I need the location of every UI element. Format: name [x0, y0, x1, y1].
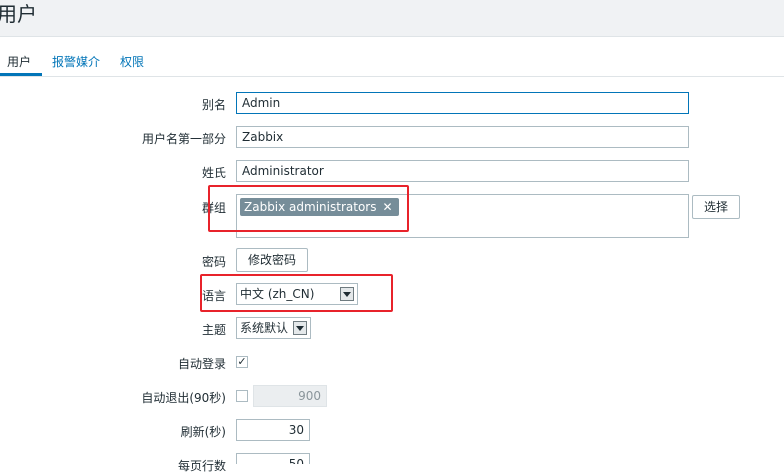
theme-value: 系统默认 — [240, 321, 289, 335]
name-input[interactable]: Zabbix — [236, 126, 689, 148]
tab-permissions[interactable]: 权限 — [120, 53, 144, 70]
rows-per-page-label: 每页行数 — [177, 459, 226, 473]
autologout-input: 900 — [253, 385, 327, 407]
annotation-box-language — [200, 274, 393, 312]
tab-user[interactable]: 用户 — [7, 53, 31, 70]
page-header: 用户 — [0, 0, 784, 37]
alias-input[interactable]: Admin — [236, 92, 689, 114]
chevron-down-icon — [293, 321, 307, 335]
name-label: 用户名第一部分 — [141, 132, 226, 146]
autologout-label: 自动退出(90秒) — [141, 391, 226, 405]
autologout-checkbox[interactable] — [236, 390, 248, 402]
surname-label: 姓氏 — [201, 166, 226, 180]
tab-media[interactable]: 报警媒介 — [52, 53, 100, 70]
active-tab-indicator — [0, 73, 42, 76]
select-groups-button[interactable]: 选择 — [692, 195, 740, 219]
annotation-box-groups — [208, 185, 409, 232]
theme-select[interactable]: 系统默认 — [236, 317, 311, 339]
page-title: 用户 — [0, 2, 37, 26]
theme-label: 主题 — [201, 323, 226, 337]
change-password-button[interactable]: 修改密码 — [236, 248, 308, 272]
autologin-checkbox[interactable]: ✓ — [236, 356, 248, 368]
alias-label: 别名 — [201, 98, 226, 112]
rows-per-page-input[interactable]: 50 — [236, 453, 310, 464]
tab-bar: 用户 报警媒介 权限 — [0, 44, 784, 77]
refresh-label: 刷新(秒) — [180, 425, 226, 439]
surname-input[interactable]: Administrator — [236, 160, 689, 182]
refresh-input[interactable]: 30 — [236, 419, 310, 441]
password-label: 密码 — [201, 255, 226, 269]
autologin-label: 自动登录 — [177, 357, 226, 371]
